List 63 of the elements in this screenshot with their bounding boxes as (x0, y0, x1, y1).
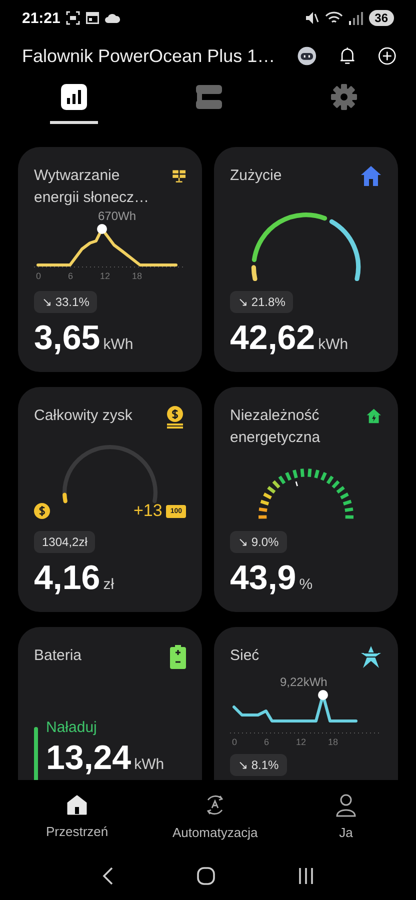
clock: 21:21 (22, 10, 60, 26)
unit-label: zł (103, 576, 114, 593)
stat-value: 13,24 (46, 739, 132, 778)
coin-stack-icon (164, 405, 186, 429)
card-title: Wytwarzanie energii słonecz… (34, 166, 150, 208)
mute-icon (304, 11, 319, 25)
axis-label: 12 (296, 737, 308, 747)
stat-card[interactable]: Sieć 9,22kWh 0 6 12 18 ↘ 8.1% (214, 627, 398, 780)
unit-label: kWh (134, 756, 164, 773)
battery-icon (170, 645, 186, 669)
unit-label: kWh (103, 336, 134, 353)
stat-value: 43,9 (230, 559, 296, 598)
change-chip: ↘ 8.1% (230, 754, 287, 776)
screenshot-icon (66, 11, 80, 25)
battery-level: 36 (368, 10, 394, 26)
change-chip: ↘ 33.1% (34, 291, 98, 313)
unit-label: % (299, 576, 313, 593)
home-icon (66, 794, 88, 816)
back-icon[interactable] (102, 867, 114, 885)
stat-value: 3,65 (34, 319, 100, 358)
card-title: Zużycie (230, 166, 282, 186)
recents-icon[interactable] (298, 867, 314, 885)
unit-label: kWh (318, 336, 348, 353)
cloud-icon (105, 13, 120, 23)
axis-label: 18 (132, 270, 144, 280)
peak-label: 9,22kWh (280, 675, 328, 689)
axis-label: 0 (232, 737, 238, 747)
nav-item[interactable]: Automatyzacja (166, 792, 264, 840)
devices-icon (195, 84, 223, 110)
axis-label: 0 (36, 270, 42, 280)
wifi-icon (324, 11, 343, 25)
house-icon (360, 165, 382, 187)
stat-card[interactable]: Niezależność energetyczna ↘ 9.0% 43,9% (214, 387, 398, 612)
chart-icon (61, 84, 87, 110)
home-button-icon[interactable] (196, 867, 215, 885)
stat-card[interactable]: Bateria Naładuj 13,24 kWh (18, 627, 202, 780)
device-title[interactable]: Falownik PowerOcean Plus 1… (22, 46, 276, 66)
person-icon (335, 792, 357, 816)
battery-status: Naładuj (46, 719, 97, 736)
card-title: Sieć (230, 646, 260, 666)
bonus-count: +13 (133, 501, 162, 521)
nav-item[interactable]: Przestrzeń (40, 792, 114, 840)
stat-card[interactable]: Zużycie ↘ 21.8% 42,62 kWh (214, 147, 398, 372)
axis-label: 6 (68, 270, 74, 280)
window-icon (86, 12, 100, 24)
change-chip: ↘ 21.8% (230, 291, 294, 313)
stat-card[interactable]: Wytwarzanie energii słonecz… 670Wh 0 6 12 18 ↘ 33.1% 3,65 kWh (18, 147, 202, 372)
card-title: Niezależność energetyczna (230, 406, 322, 448)
nav-item[interactable]: Ja (316, 792, 376, 840)
stat-value: 42,62 (230, 319, 316, 358)
power-tower-icon (360, 645, 382, 669)
settings-icon (331, 84, 357, 110)
signal-icon (348, 11, 363, 25)
stat-value: 4,16 (34, 559, 100, 598)
peak-label: 670Wh (98, 208, 138, 222)
coin-icon (34, 503, 50, 519)
card-title: Bateria (34, 646, 82, 666)
axis-label: 6 (264, 737, 270, 747)
axis-label: 18 (328, 737, 340, 747)
change-chip: 1304,2zł (34, 531, 96, 553)
card-title: Całkowity zysk (34, 406, 132, 426)
axis-label: 12 (100, 270, 112, 280)
change-chip: ↘ 9.0% (230, 531, 287, 553)
